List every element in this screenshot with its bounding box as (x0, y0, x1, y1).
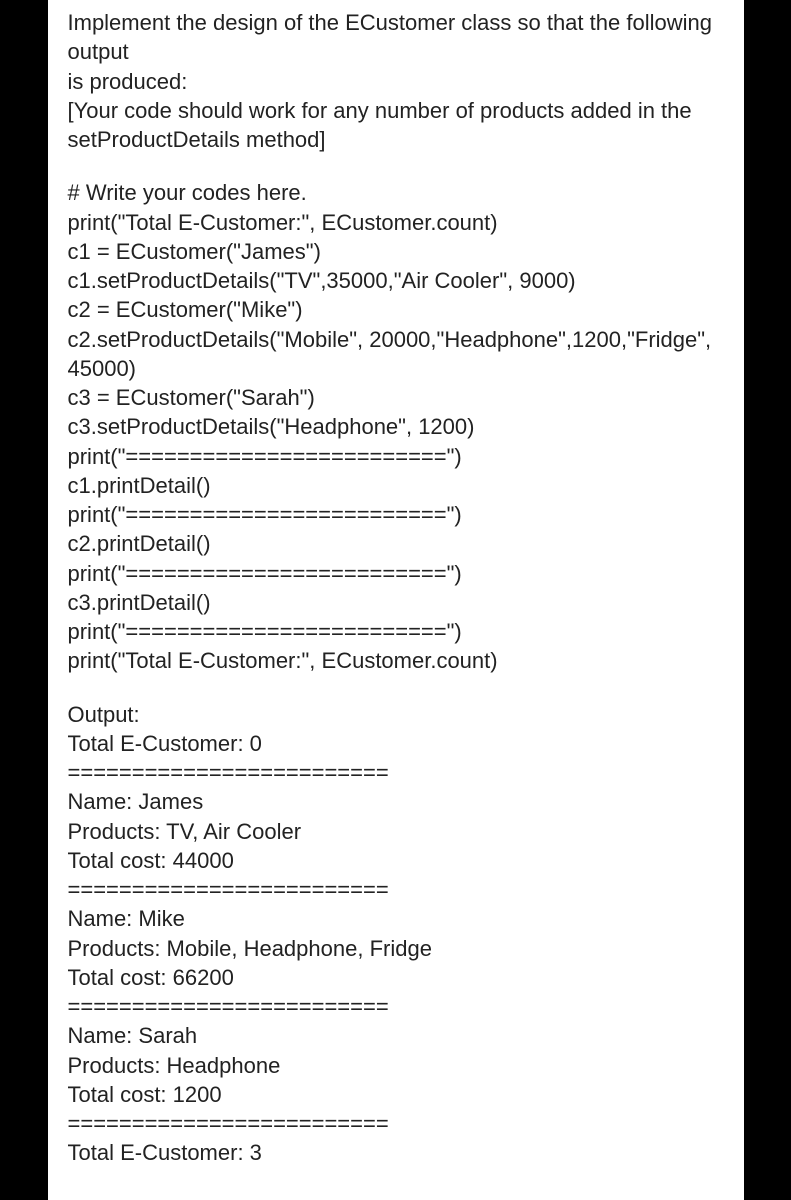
output-line: Products: TV, Air Cooler (68, 817, 724, 846)
code-line: print("Total E-Customer:", ECustomer.cou… (68, 646, 724, 675)
output-line: Name: Sarah (68, 1021, 724, 1050)
document-page: Implement the design of the ECustomer cl… (48, 0, 744, 1200)
blank-line (68, 154, 724, 178)
code-line: print("Total E-Customer:", ECustomer.cou… (68, 208, 724, 237)
code-line: c2 = ECustomer("Mike") (68, 295, 724, 324)
output-line: Products: Mobile, Headphone, Fridge (68, 934, 724, 963)
code-line: print("=========================") (68, 617, 724, 646)
output-line: Total cost: 1200 (68, 1080, 724, 1109)
output-line: Products: Headphone (68, 1051, 724, 1080)
output-line: ========================= (68, 875, 724, 904)
output-line: Total cost: 66200 (68, 963, 724, 992)
code-line: c3.printDetail() (68, 588, 724, 617)
intro-line: setProductDetails method] (68, 125, 724, 154)
intro-line: [Your code should work for any number of… (68, 96, 724, 125)
output-line: Total E-Customer: 3 (68, 1138, 724, 1167)
output-line: Name: James (68, 787, 724, 816)
output-line: ========================= (68, 992, 724, 1021)
output-line: ========================= (68, 758, 724, 787)
intro-line: is produced: (68, 67, 724, 96)
code-line: print("=========================") (68, 500, 724, 529)
blank-line (68, 676, 724, 700)
code-line: c2.setProductDetails("Mobile", 20000,"He… (68, 325, 724, 384)
code-line: c1.setProductDetails("TV",35000,"Air Coo… (68, 266, 724, 295)
code-line: print("=========================") (68, 559, 724, 588)
code-line: c1.printDetail() (68, 471, 724, 500)
code-line: c2.printDetail() (68, 529, 724, 558)
code-line: c3 = ECustomer("Sarah") (68, 383, 724, 412)
code-line: c1 = ECustomer("James") (68, 237, 724, 266)
output-line: ========================= (68, 1109, 724, 1138)
code-line: # Write your codes here. (68, 178, 724, 207)
output-line: Total E-Customer: 0 (68, 729, 724, 758)
code-line: print("=========================") (68, 442, 724, 471)
output-line: Total cost: 44000 (68, 846, 724, 875)
output-line: Output: (68, 700, 724, 729)
intro-line: Implement the design of the ECustomer cl… (68, 8, 724, 67)
output-line: Name: Mike (68, 904, 724, 933)
code-line: c3.setProductDetails("Headphone", 1200) (68, 412, 724, 441)
